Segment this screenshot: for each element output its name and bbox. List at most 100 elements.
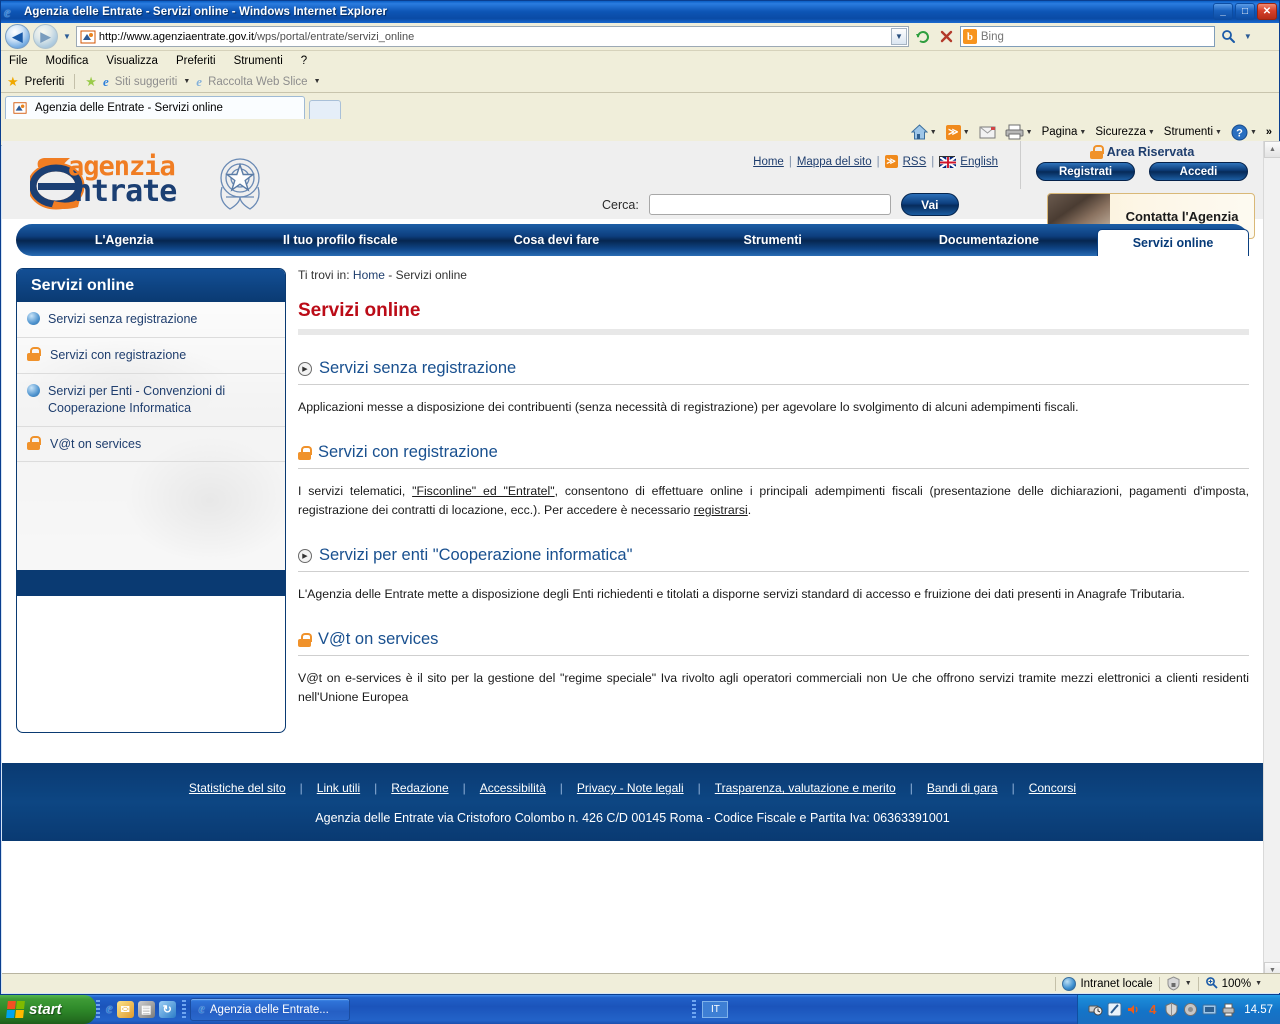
protected-mode-caret-icon[interactable]: ▼ (1185, 980, 1192, 987)
home-caret-icon[interactable]: ▼ (930, 129, 937, 136)
footer-link-privacy[interactable]: Privacy - Note legali (577, 781, 684, 795)
site-search-submit[interactable]: Vai (900, 193, 959, 216)
menu-help[interactable]: ? (301, 55, 307, 67)
section-heading[interactable]: Servizi per enti "Cooperazione informati… (319, 546, 632, 565)
sidebar-item-servizi-con-registrazione[interactable]: Servizi con registrazione (17, 338, 285, 374)
footer-link-statistiche[interactable]: Statistiche del sito (189, 781, 286, 795)
sidebar-item-servizi-senza-registrazione[interactable]: Servizi senza registrazione (17, 302, 285, 338)
footer-link-concorsi[interactable]: Concorsi (1029, 781, 1076, 795)
menu-strumenti[interactable]: Strumenti (234, 55, 283, 67)
login-button[interactable]: Accedi (1149, 162, 1248, 181)
zoom-caret-icon[interactable]: ▼ (1255, 980, 1262, 987)
nav-item-servizi-online[interactable]: Servizi online (1097, 229, 1250, 256)
tray-volume-icon[interactable] (1126, 1002, 1141, 1017)
tray-printer-icon[interactable] (1221, 1002, 1236, 1017)
page-scrollbar[interactable]: ▲ ▼ (1263, 141, 1280, 979)
menu-visualizza[interactable]: Visualizza (106, 55, 158, 67)
feeds-caret-icon[interactable]: ▼ (963, 129, 970, 136)
menu-file[interactable]: File (9, 55, 28, 67)
add-to-favorites-icon[interactable]: ★ (85, 74, 97, 90)
history-dropdown-icon[interactable]: ▼ (63, 32, 71, 41)
url-input[interactable]: http://www.agenziaentrate.gov.it/wps/por… (75, 26, 909, 47)
url-dropdown-icon[interactable]: ▼ (890, 28, 907, 45)
quicklaunch-outlook-icon[interactable]: ✉ (116, 1001, 134, 1018)
tray-grip[interactable] (692, 999, 697, 1020)
feeds-button[interactable]: ≫ ▼ (943, 124, 973, 140)
security-zone[interactable]: Intranet locale (1056, 976, 1158, 991)
close-button[interactable]: ✕ (1257, 3, 1277, 20)
section-heading[interactable]: Servizi senza registrazione (319, 359, 516, 378)
overflow-chevron-icon[interactable]: » (1263, 126, 1275, 138)
language-indicator[interactable]: IT (702, 1001, 729, 1018)
link-registrarsi[interactable]: registrarsi (694, 503, 748, 517)
tray-counter-icon[interactable]: 4 (1145, 1002, 1160, 1017)
nav-item-profilo-fiscale[interactable]: Il tuo profilo fiscale (232, 224, 448, 256)
quicklaunch-app-icon[interactable]: ▤ (137, 1001, 155, 1018)
link-mappa-del-sito[interactable]: Mappa del sito (797, 156, 872, 168)
quicklaunch-internet-explorer-icon[interactable]: e (106, 1002, 113, 1017)
footer-link-accessibilita[interactable]: Accessibilità (480, 781, 546, 795)
search-provider-dropdown-icon[interactable]: ▼ (1244, 32, 1252, 41)
breadcrumb-home-link[interactable]: Home (353, 268, 385, 282)
page-menu[interactable]: Pagina ▼ (1039, 126, 1090, 138)
nav-item-strumenti[interactable]: Strumenti (665, 224, 881, 256)
help-caret-icon[interactable]: ▼ (1250, 129, 1257, 136)
home-button[interactable]: ▼ (908, 124, 940, 140)
security-menu[interactable]: Sicurezza ▼ (1092, 126, 1157, 138)
taskband-grip[interactable] (181, 999, 186, 1020)
browser-search-input[interactable] (980, 30, 1212, 43)
clock[interactable]: 14.57 (1244, 1004, 1273, 1016)
stop-button[interactable] (936, 26, 957, 47)
refresh-button[interactable] (912, 26, 933, 47)
protected-mode-indicator[interactable]: ▼ (1160, 976, 1198, 991)
scroll-up-button[interactable]: ▲ (1264, 141, 1280, 158)
tray-settings-icon[interactable] (1107, 1002, 1122, 1017)
menu-modifica[interactable]: Modifica (46, 55, 89, 67)
suggested-sites-label[interactable]: Siti suggeriti (115, 76, 178, 88)
nav-item-cosa-devi-fare[interactable]: Cosa devi fare (448, 224, 664, 256)
help-menu[interactable]: ? ▼ (1228, 124, 1260, 141)
print-button[interactable]: ▼ (1002, 124, 1036, 140)
footer-link-trasparenza[interactable]: Trasparenza, valutazione e merito (715, 781, 896, 795)
tray-speaker-icon[interactable] (1183, 1002, 1198, 1017)
sidebar-item-vat-on-services[interactable]: V@t on services (17, 427, 285, 463)
footer-link-link-utili[interactable]: Link utili (317, 781, 360, 795)
forward-button[interactable]: ▶ (33, 24, 58, 49)
rss-feed-icon[interactable]: ≫ (884, 155, 898, 168)
browser-search-box[interactable]: b (959, 26, 1215, 47)
minimize-button[interactable]: _ (1213, 3, 1233, 20)
maximize-button[interactable]: □ (1235, 3, 1255, 20)
mail-button[interactable] (976, 126, 999, 139)
nav-item-agenzia[interactable]: L'Agenzia (16, 224, 232, 256)
taskbar-window-button[interactable]: e Agenzia delle Entrate... (189, 998, 350, 1021)
suggested-sites-caret-icon[interactable]: ▼ (183, 78, 190, 85)
quicklaunch-refresh-icon[interactable]: ↻ (158, 1001, 176, 1018)
menu-preferiti[interactable]: Preferiti (176, 55, 216, 67)
section-heading[interactable]: Servizi con registrazione (318, 443, 498, 462)
start-button[interactable]: start (0, 995, 96, 1024)
new-tab-button[interactable] (309, 100, 341, 119)
favorites-label[interactable]: Preferiti (25, 76, 65, 88)
section-heading[interactable]: V@t on services (318, 630, 438, 649)
web-slice-caret-icon[interactable]: ▼ (314, 78, 321, 85)
link-fisconline-entratel[interactable]: "Fisconline" ed "Entratel" (412, 484, 555, 498)
nav-item-documentazione[interactable]: Documentazione (881, 224, 1097, 256)
sidebar-item-servizi-per-enti[interactable]: Servizi per Enti - Convenzioni di Cooper… (17, 374, 285, 427)
zoom-control[interactable]: 100% ▼ (1199, 976, 1268, 992)
register-button[interactable]: Registrati (1036, 162, 1135, 181)
link-rss[interactable]: RSS (903, 156, 927, 168)
web-slice-label[interactable]: Raccolta Web Slice (208, 76, 308, 88)
site-search-input[interactable] (648, 194, 891, 215)
back-button[interactable]: ◀ (5, 24, 30, 49)
tray-scheduler-icon[interactable] (1088, 1002, 1103, 1017)
tray-shield-icon[interactable] (1164, 1002, 1179, 1017)
tab-servizi-online[interactable]: Agenzia delle Entrate - Servizi online (5, 96, 305, 119)
print-caret-icon[interactable]: ▼ (1026, 129, 1033, 136)
favorites-star-icon[interactable]: ★ (7, 74, 19, 90)
site-logo[interactable]: agenzia ntrate (16, 145, 276, 217)
link-english[interactable]: English (960, 156, 998, 168)
footer-link-redazione[interactable]: Redazione (391, 781, 448, 795)
search-go-button[interactable] (1218, 26, 1239, 47)
footer-link-bandi-di-gara[interactable]: Bandi di gara (927, 781, 998, 795)
tools-menu[interactable]: Strumenti ▼ (1161, 126, 1225, 138)
